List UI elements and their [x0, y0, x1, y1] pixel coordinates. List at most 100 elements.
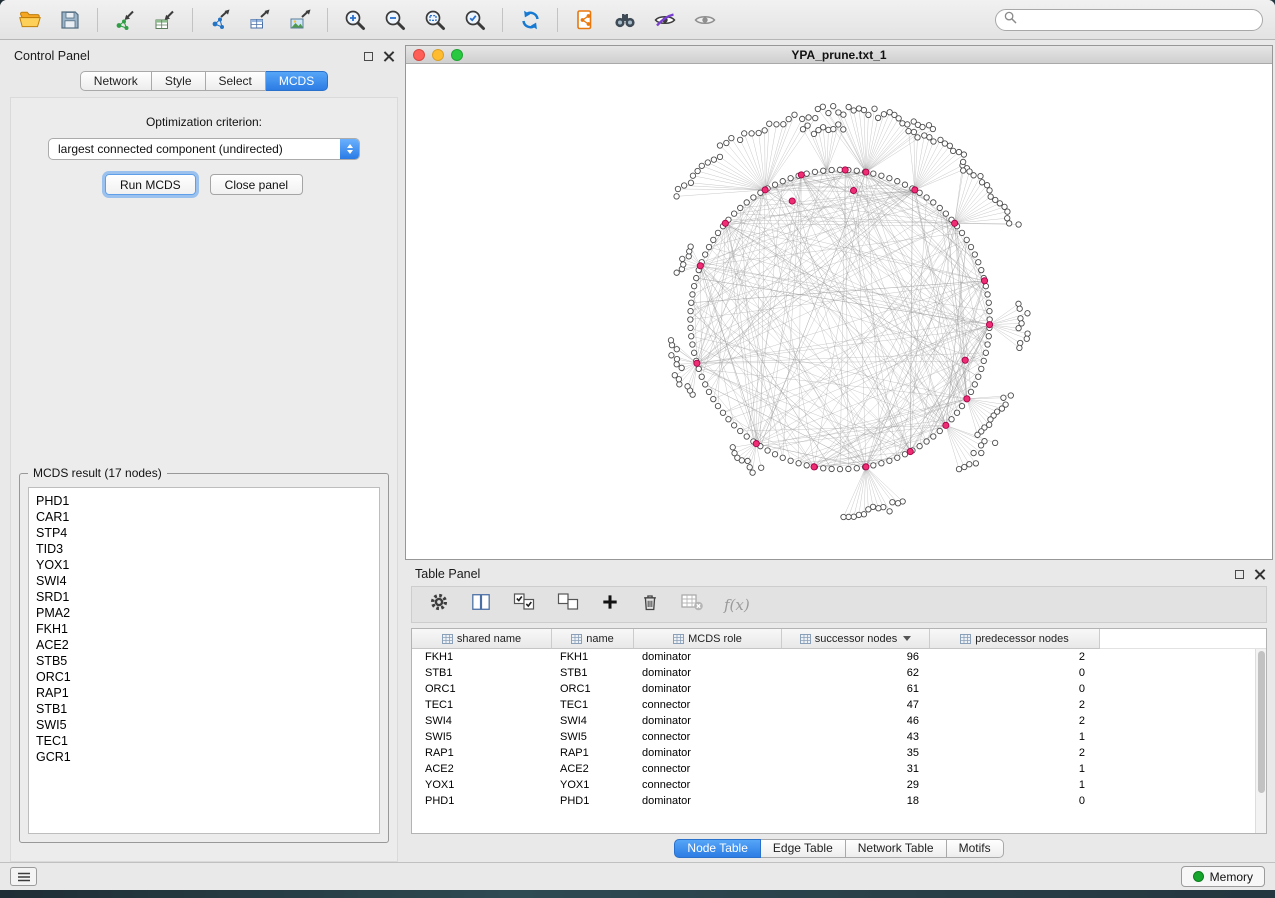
close-table-panel-icon[interactable] [1254, 569, 1265, 580]
cell-successor-nodes[interactable]: 43 [782, 731, 930, 743]
zoom-out-button[interactable] [377, 5, 413, 35]
memory-button[interactable]: Memory [1181, 866, 1265, 887]
float-table-panel-icon[interactable] [1235, 570, 1244, 579]
cell-predecessor-nodes[interactable]: 0 [930, 667, 1100, 679]
import-network-button[interactable] [107, 5, 143, 35]
table-row[interactable]: SWI5SWI5connector431 [412, 729, 1255, 745]
column-header-mcds-role[interactable]: MCDS role [634, 629, 782, 649]
criterion-dropdown[interactable]: largest connected component (undirected) [48, 138, 360, 160]
mcds-result-item[interactable]: RAP1 [36, 685, 379, 701]
tab-network-table[interactable]: Network Table [846, 839, 947, 858]
cell-mcds-role[interactable]: dominator [634, 683, 782, 695]
cell-predecessor-nodes[interactable]: 0 [930, 795, 1100, 807]
cell-name[interactable]: ACE2 [552, 763, 634, 775]
mcds-result-item[interactable]: YOX1 [36, 557, 379, 573]
table-row[interactable]: RAP1RAP1dominator352 [412, 745, 1255, 761]
cell-successor-nodes[interactable]: 61 [782, 683, 930, 695]
cell-shared-name[interactable]: ACE2 [412, 763, 552, 775]
cell-name[interactable]: YOX1 [552, 779, 634, 791]
export-table-button[interactable] [242, 5, 278, 35]
table-row[interactable]: TEC1TEC1connector472 [412, 697, 1255, 713]
mcds-result-item[interactable]: CAR1 [36, 509, 379, 525]
tab-mcds[interactable]: MCDS [266, 71, 328, 91]
show-selection-button[interactable] [687, 5, 723, 35]
mcds-result-item[interactable]: ORC1 [36, 669, 379, 685]
cell-shared-name[interactable]: RAP1 [412, 747, 552, 759]
table-settings-button[interactable] [428, 591, 450, 618]
table-row[interactable]: FKH1FKH1dominator962 [412, 649, 1255, 665]
deselect-all-button[interactable] [556, 591, 580, 618]
cell-shared-name[interactable]: PHD1 [412, 795, 552, 807]
cell-shared-name[interactable]: YOX1 [412, 779, 552, 791]
save-session-button[interactable] [52, 5, 88, 35]
tab-style[interactable]: Style [152, 71, 206, 91]
show-columns-button[interactable] [470, 592, 492, 617]
cell-successor-nodes[interactable]: 96 [782, 651, 930, 663]
tab-node-table[interactable]: Node Table [674, 839, 761, 858]
network-canvas[interactable] [406, 64, 1272, 559]
mcds-result-item[interactable]: FKH1 [36, 621, 379, 637]
cell-predecessor-nodes[interactable]: 1 [930, 779, 1100, 791]
cell-name[interactable]: SWI5 [552, 731, 634, 743]
mcds-result-item[interactable]: TID3 [36, 541, 379, 557]
search-input[interactable] [1023, 13, 1254, 27]
mcds-result-item[interactable]: STB1 [36, 701, 379, 717]
table-row[interactable]: ORC1ORC1dominator610 [412, 681, 1255, 697]
column-header-predecessor-nodes[interactable]: predecessor nodes [930, 629, 1100, 649]
cell-shared-name[interactable]: STB1 [412, 667, 552, 679]
zoom-fit-button[interactable] [417, 5, 453, 35]
cell-shared-name[interactable]: SWI5 [412, 731, 552, 743]
window-maximize-light[interactable] [451, 49, 463, 61]
cell-predecessor-nodes[interactable]: 2 [930, 699, 1100, 711]
delete-column-button[interactable] [640, 591, 660, 618]
table-row[interactable]: ACE2ACE2connector311 [412, 761, 1255, 777]
tab-select[interactable]: Select [206, 71, 266, 91]
mcds-result-item[interactable]: SWI4 [36, 573, 379, 589]
cell-mcds-role[interactable]: connector [634, 731, 782, 743]
cell-mcds-role[interactable]: connector [634, 699, 782, 711]
close-panel-button[interactable]: Close panel [210, 174, 303, 195]
cell-name[interactable]: STB1 [552, 667, 634, 679]
table-row[interactable]: SWI4SWI4dominator462 [412, 713, 1255, 729]
table-row[interactable]: YOX1YOX1connector291 [412, 777, 1255, 793]
cell-successor-nodes[interactable]: 46 [782, 715, 930, 727]
cell-name[interactable]: RAP1 [552, 747, 634, 759]
close-panel-icon[interactable] [383, 51, 394, 62]
function-builder-button[interactable]: f(x) [724, 596, 750, 614]
import-table-button[interactable] [147, 5, 183, 35]
cell-name[interactable]: ORC1 [552, 683, 634, 695]
export-image-button[interactable] [282, 5, 318, 35]
cell-predecessor-nodes[interactable]: 0 [930, 683, 1100, 695]
cell-successor-nodes[interactable]: 31 [782, 763, 930, 775]
cell-successor-nodes[interactable]: 35 [782, 747, 930, 759]
cell-shared-name[interactable]: ORC1 [412, 683, 552, 695]
table-row[interactable]: STB1STB1dominator620 [412, 665, 1255, 681]
tab-motifs[interactable]: Motifs [947, 839, 1004, 858]
add-column-button[interactable] [600, 592, 620, 617]
column-header-successor-nodes[interactable]: successor nodes [782, 629, 930, 649]
mcds-result-item[interactable]: STP4 [36, 525, 379, 541]
cell-name[interactable]: FKH1 [552, 651, 634, 663]
mcds-result-item[interactable]: TEC1 [36, 733, 379, 749]
tab-network[interactable]: Network [80, 71, 152, 91]
search-field[interactable] [995, 9, 1263, 31]
cell-name[interactable]: TEC1 [552, 699, 634, 711]
cell-successor-nodes[interactable]: 29 [782, 779, 930, 791]
tab-edge-table[interactable]: Edge Table [761, 839, 846, 858]
column-header-shared-name[interactable]: shared name [412, 629, 552, 649]
cell-mcds-role[interactable]: dominator [634, 651, 782, 663]
cell-shared-name[interactable]: FKH1 [412, 651, 552, 663]
cell-predecessor-nodes[interactable]: 2 [930, 747, 1100, 759]
cell-mcds-role[interactable]: dominator [634, 667, 782, 679]
column-header-name[interactable]: name [552, 629, 634, 649]
zoom-selected-button[interactable] [457, 5, 493, 35]
status-menu-button[interactable] [10, 867, 37, 886]
cell-mcds-role[interactable]: dominator [634, 747, 782, 759]
table-row[interactable]: PHD1PHD1dominator180 [412, 793, 1255, 809]
cell-predecessor-nodes[interactable]: 2 [930, 715, 1100, 727]
cell-predecessor-nodes[interactable]: 1 [930, 763, 1100, 775]
table-scrollbar[interactable] [1255, 649, 1266, 833]
mcds-result-item[interactable]: GCR1 [36, 749, 379, 765]
cell-mcds-role[interactable]: dominator [634, 715, 782, 727]
cell-predecessor-nodes[interactable]: 1 [930, 731, 1100, 743]
